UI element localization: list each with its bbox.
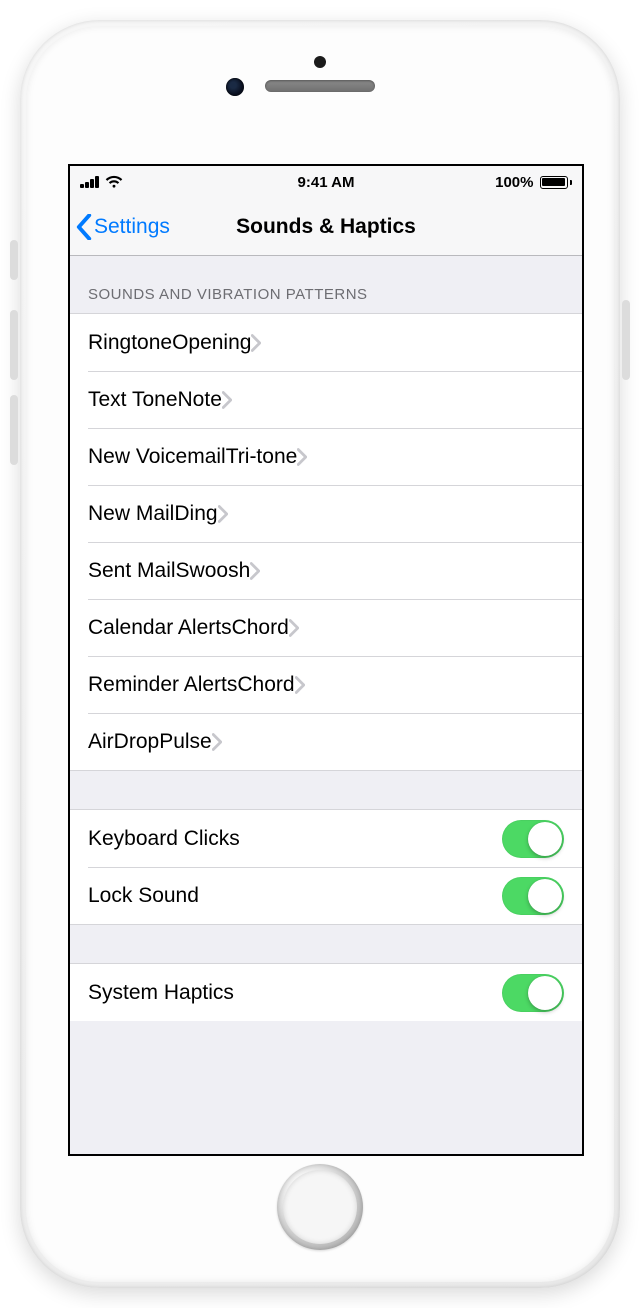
row-value: Chord xyxy=(237,673,294,697)
proximity-sensor xyxy=(314,56,326,68)
toggle-switch[interactable] xyxy=(502,877,564,915)
section-header-patterns: SOUNDS AND VIBRATION PATTERNS xyxy=(70,256,582,313)
status-bar: 9:41 AM 100% xyxy=(70,166,582,198)
row-value: Note xyxy=(178,388,222,412)
chevron-right-icon xyxy=(295,676,305,694)
sound-pattern-row[interactable]: Reminder AlertsChord xyxy=(70,656,582,713)
phone-frame: 9:41 AM 100% Settings Sounds & Hapt xyxy=(20,20,620,1288)
sound-pattern-row[interactable]: New MailDing xyxy=(70,485,582,542)
sound-pattern-row[interactable]: Text ToneNote xyxy=(70,371,582,428)
row-label: Keyboard Clicks xyxy=(88,827,502,851)
row-label: Reminder Alerts xyxy=(88,673,237,697)
chevron-right-icon xyxy=(297,448,307,466)
front-camera xyxy=(226,78,244,96)
toggle-row: System Haptics xyxy=(70,964,582,1021)
cellular-signal-icon xyxy=(80,176,99,188)
chevron-right-icon xyxy=(212,733,222,751)
sound-pattern-row[interactable]: Calendar AlertsChord xyxy=(70,599,582,656)
earpiece-speaker xyxy=(265,80,375,92)
row-value: Ding xyxy=(174,502,217,526)
row-label: Text Tone xyxy=(88,388,178,412)
wifi-icon xyxy=(105,175,123,189)
volume-up-button[interactable] xyxy=(10,310,18,380)
row-label: Lock Sound xyxy=(88,884,502,908)
mute-switch[interactable] xyxy=(10,240,18,280)
sound-pattern-row[interactable]: AirDropPulse xyxy=(70,713,582,770)
row-label: New Voicemail xyxy=(88,445,226,469)
row-label: Ringtone xyxy=(88,331,172,355)
volume-down-button[interactable] xyxy=(10,395,18,465)
row-label: System Haptics xyxy=(88,981,502,1005)
haptics-toggles-list: System Haptics xyxy=(70,964,582,1021)
row-value: Swoosh xyxy=(176,559,251,583)
chevron-left-icon xyxy=(76,214,92,240)
navigation-bar: Settings Sounds & Haptics xyxy=(70,198,582,256)
sound-pattern-row[interactable]: New VoicemailTri-tone xyxy=(70,428,582,485)
sound-pattern-list: RingtoneOpeningText ToneNoteNew Voicemai… xyxy=(70,313,582,770)
power-button[interactable] xyxy=(622,300,630,380)
row-value: Tri-tone xyxy=(226,445,298,469)
back-label: Settings xyxy=(94,215,170,239)
chevron-right-icon xyxy=(251,334,261,352)
chevron-right-icon xyxy=(218,505,228,523)
row-label: Calendar Alerts xyxy=(88,616,232,640)
sound-pattern-row[interactable]: Sent MailSwoosh xyxy=(70,542,582,599)
chevron-right-icon xyxy=(222,391,232,409)
row-value: Chord xyxy=(232,616,289,640)
group-separator xyxy=(70,770,582,810)
screen: 9:41 AM 100% Settings Sounds & Hapt xyxy=(68,164,584,1156)
sound-toggles-list: Keyboard Clicks Lock Sound xyxy=(70,810,582,924)
toggle-switch[interactable] xyxy=(502,820,564,858)
row-label: Sent Mail xyxy=(88,559,176,583)
phone-bezel: 9:41 AM 100% Settings Sounds & Hapt xyxy=(26,26,614,1282)
chevron-right-icon xyxy=(250,562,260,580)
home-button[interactable] xyxy=(277,1164,363,1250)
sound-pattern-row[interactable]: RingtoneOpening xyxy=(70,314,582,371)
battery-icon xyxy=(540,176,573,189)
battery-percent: 100% xyxy=(495,174,533,191)
group-separator xyxy=(70,924,582,964)
row-label: New Mail xyxy=(88,502,174,526)
chevron-right-icon xyxy=(289,619,299,637)
row-value: Pulse xyxy=(159,730,212,754)
toggle-row: Lock Sound xyxy=(70,867,582,924)
row-value: Opening xyxy=(172,331,251,355)
back-button[interactable]: Settings xyxy=(70,214,170,240)
row-label: AirDrop xyxy=(88,730,159,754)
toggle-switch[interactable] xyxy=(502,974,564,1012)
toggle-row: Keyboard Clicks xyxy=(70,810,582,867)
